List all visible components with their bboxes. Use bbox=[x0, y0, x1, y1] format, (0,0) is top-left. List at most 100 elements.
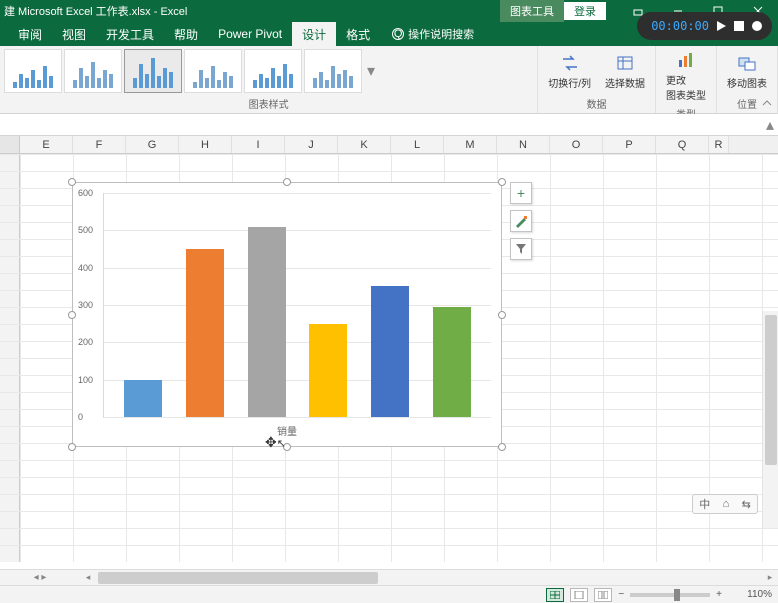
ime-lang-icon[interactable]: 中 bbox=[699, 496, 710, 512]
formula-bar-area: ▴ bbox=[0, 114, 778, 136]
scrollbar-thumb[interactable] bbox=[765, 315, 777, 465]
chart-bar[interactable] bbox=[124, 380, 162, 417]
status-bar: − + 110% bbox=[0, 585, 778, 603]
zoom-out-button[interactable]: − bbox=[618, 589, 624, 600]
funnel-icon bbox=[515, 243, 527, 255]
tell-me[interactable]: Q 操作说明搜索 bbox=[392, 26, 474, 42]
chart-style-thumb[interactable] bbox=[124, 49, 182, 93]
zoom-slider[interactable] bbox=[630, 593, 710, 597]
scroll-up-button[interactable]: ▴ bbox=[762, 116, 778, 134]
y-axis-tick: 300 bbox=[78, 300, 93, 310]
ime-toolbar[interactable]: 中 ⌂ ⇆ bbox=[692, 494, 758, 514]
chart-style-thumb[interactable] bbox=[304, 49, 362, 93]
zoom-thumb[interactable] bbox=[674, 589, 680, 601]
tab-developer[interactable]: 开发工具 bbox=[96, 22, 164, 47]
chart-styles-gallery[interactable]: ▾ bbox=[4, 48, 533, 94]
column-header-K[interactable]: K bbox=[338, 136, 391, 153]
view-normal-button[interactable] bbox=[546, 588, 564, 602]
scroll-right-button[interactable]: ▸ bbox=[762, 572, 778, 583]
change-chart-type-button[interactable]: 更改 图表类型 bbox=[660, 48, 712, 104]
chart-bar[interactable] bbox=[433, 307, 471, 417]
tab-help[interactable]: 帮助 bbox=[164, 22, 208, 47]
select-data-icon bbox=[615, 53, 635, 73]
tab-review[interactable]: 审阅 bbox=[8, 22, 52, 47]
chart-style-thumb[interactable] bbox=[184, 49, 242, 93]
resize-handle[interactable] bbox=[68, 311, 76, 319]
column-header-I[interactable]: I bbox=[232, 136, 285, 153]
chart-style-thumb[interactable] bbox=[4, 49, 62, 93]
recorder-stop-icon[interactable] bbox=[734, 21, 744, 31]
collapse-ribbon-button[interactable] bbox=[760, 97, 774, 111]
group-label-data: 数据 bbox=[542, 94, 651, 113]
screen-recorder[interactable]: 00:00:00 bbox=[637, 12, 772, 40]
group-label-styles: 图表样式 bbox=[4, 94, 533, 113]
worksheet-area[interactable]: 0100200300400500600 销量 + ✥↖ 中 ⌂ ⇆ bbox=[0, 154, 778, 562]
chart-gridline bbox=[104, 417, 491, 418]
ime-switch-icon[interactable]: ⇆ bbox=[742, 498, 751, 511]
y-axis-tick: 200 bbox=[78, 337, 93, 347]
column-header-H[interactable]: H bbox=[179, 136, 232, 153]
scroll-left-button[interactable]: ◂ bbox=[80, 572, 96, 583]
column-header-N[interactable]: N bbox=[497, 136, 550, 153]
switch-row-col-button[interactable]: 切换行/列 bbox=[542, 51, 597, 92]
sheet-nav[interactable]: ◂ ▸ bbox=[0, 572, 80, 583]
column-header-M[interactable]: M bbox=[444, 136, 497, 153]
column-header-F[interactable]: F bbox=[73, 136, 126, 153]
recorder-play-icon[interactable] bbox=[717, 21, 726, 31]
y-axis-tick: 500 bbox=[78, 225, 93, 235]
select-data-button[interactable]: 选择数据 bbox=[599, 51, 651, 92]
login-button[interactable]: 登录 bbox=[564, 2, 606, 20]
chart-type-icon bbox=[676, 50, 696, 70]
zoom-in-button[interactable]: + bbox=[716, 589, 722, 600]
column-header-P[interactable]: P bbox=[603, 136, 656, 153]
plus-icon: + bbox=[517, 185, 525, 201]
zoom-level[interactable]: 110% bbox=[728, 589, 772, 600]
chart-style-thumb[interactable] bbox=[244, 49, 302, 93]
chart-filters-button[interactable] bbox=[510, 238, 532, 260]
column-header-Q[interactable]: Q bbox=[656, 136, 709, 153]
move-chart-button[interactable]: 移动图表 bbox=[721, 51, 773, 92]
tab-design[interactable]: 设计 bbox=[292, 22, 336, 47]
move-cursor-icon: ✥↖ bbox=[265, 434, 286, 451]
chart-style-thumb[interactable] bbox=[64, 49, 122, 93]
chart-bars[interactable] bbox=[104, 193, 491, 417]
view-page-break-button[interactable] bbox=[594, 588, 612, 602]
column-header-O[interactable]: O bbox=[550, 136, 603, 153]
switch-icon bbox=[560, 53, 580, 73]
column-header-G[interactable]: G bbox=[126, 136, 179, 153]
chart-styles-button[interactable] bbox=[510, 210, 532, 232]
chart-bar[interactable] bbox=[186, 249, 224, 417]
resize-handle[interactable] bbox=[68, 178, 76, 186]
ime-keyboard-icon[interactable]: ⌂ bbox=[723, 498, 730, 510]
break-icon bbox=[598, 591, 608, 599]
scrollbar-thumb[interactable] bbox=[98, 572, 378, 584]
chart-axis-title[interactable]: 销量 bbox=[73, 423, 501, 438]
resize-handle[interactable] bbox=[68, 443, 76, 451]
resize-handle[interactable] bbox=[283, 178, 291, 186]
column-header-L[interactable]: L bbox=[391, 136, 444, 153]
recorder-record-icon[interactable] bbox=[752, 21, 762, 31]
chart-plot-area[interactable]: 0100200300400500600 bbox=[103, 193, 491, 418]
horizontal-scrollbar: ◂ ▸ ◂ ▸ bbox=[0, 569, 778, 585]
resize-handle[interactable] bbox=[498, 443, 506, 451]
chart-bar[interactable] bbox=[248, 227, 286, 417]
column-header-R[interactable]: R bbox=[709, 136, 729, 153]
chart-elements-button[interactable]: + bbox=[510, 182, 532, 204]
tab-format[interactable]: 格式 bbox=[336, 22, 380, 47]
chart-bar[interactable] bbox=[309, 324, 347, 417]
resize-handle[interactable] bbox=[498, 311, 506, 319]
column-header-J[interactable]: J bbox=[285, 136, 338, 153]
tab-view[interactable]: 视图 bbox=[52, 22, 96, 47]
chart-styles-more-button[interactable]: ▾ bbox=[364, 61, 378, 81]
resize-handle[interactable] bbox=[498, 178, 506, 186]
vertical-scrollbar[interactable] bbox=[762, 311, 778, 528]
tab-powerpivot[interactable]: Power Pivot bbox=[208, 23, 292, 45]
ribbon: ▾ 图表样式 切换行/列 选择数据 数据 更改 图表类型 类型 bbox=[0, 46, 778, 114]
chart-bar[interactable] bbox=[371, 286, 409, 417]
column-header-E[interactable]: E bbox=[20, 136, 73, 153]
select-all-corner[interactable] bbox=[0, 136, 20, 153]
scrollbar-track[interactable] bbox=[96, 570, 762, 586]
view-page-layout-button[interactable] bbox=[570, 588, 588, 602]
chart-object[interactable]: 0100200300400500600 销量 bbox=[72, 182, 502, 447]
column-headers: EFGHIJKLMNOPQR bbox=[0, 136, 778, 154]
